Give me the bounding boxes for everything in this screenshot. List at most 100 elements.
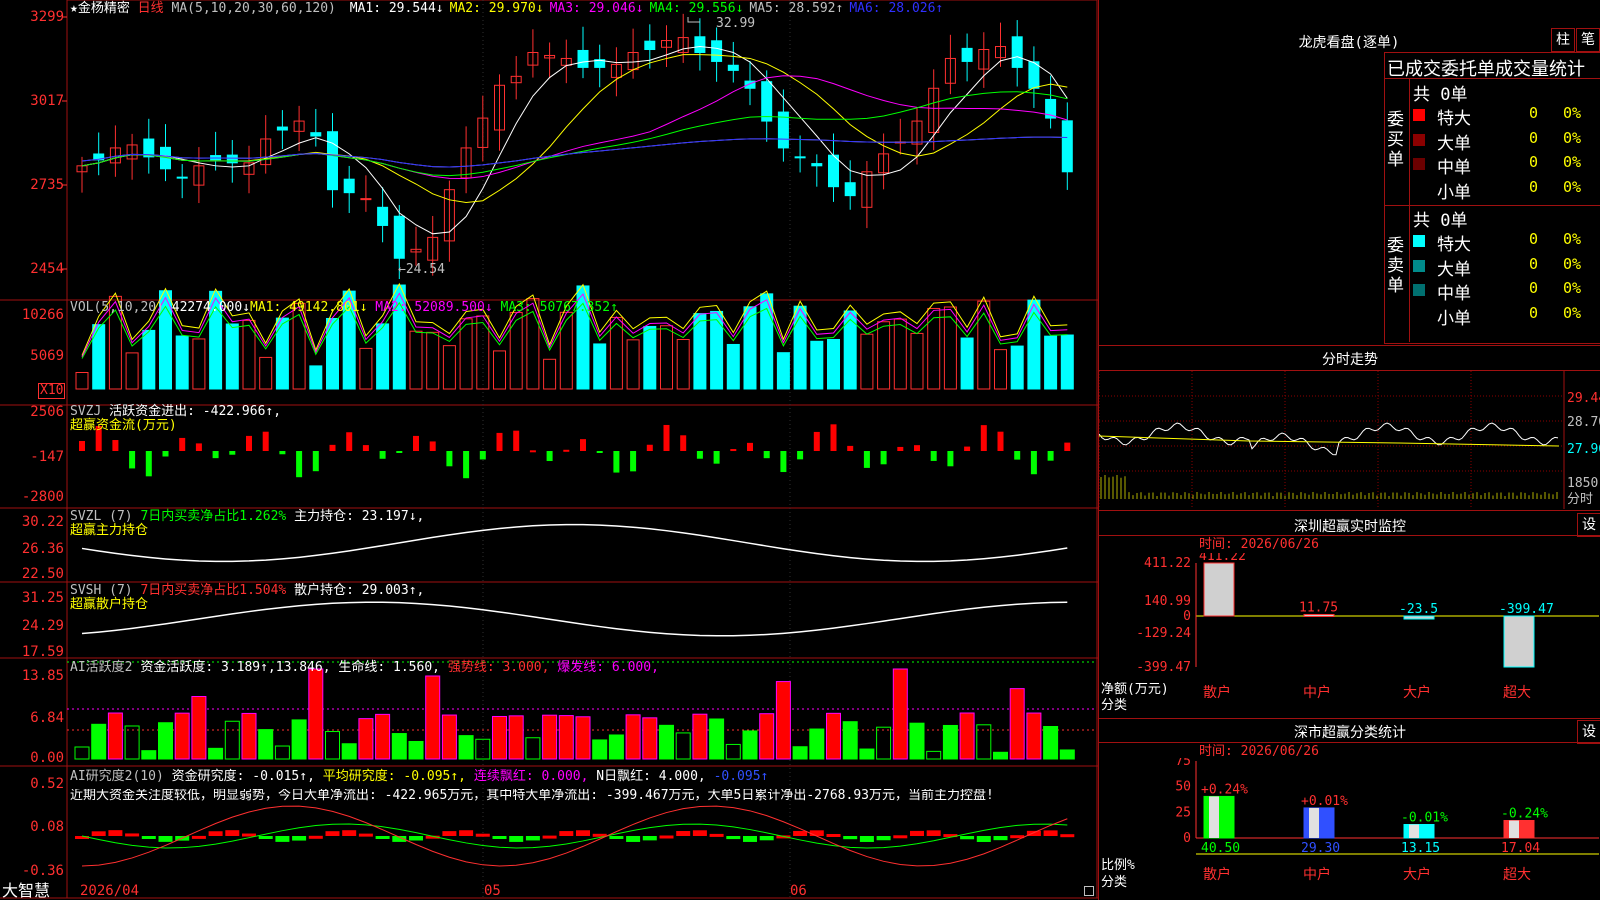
activity-bar [458,735,474,760]
monitor-axis-label: 0 [1183,609,1191,624]
vol-axis-label: 10266 [21,307,64,323]
flow-bar [529,450,536,453]
ai-research-axis-label: -0.36 [21,863,64,879]
legend-swatch [1413,109,1425,121]
flow-bar [296,451,303,478]
activity-bar [208,747,224,760]
activity-bar [942,724,958,760]
row-name: 大单 [1437,259,1471,280]
flow-bar [246,435,252,451]
chart-svg[interactable] [0,0,1098,900]
period-label[interactable]: 日线 [138,1,164,16]
row-value: 0 [1529,254,1539,273]
activity-bar [709,718,725,760]
activity-bar [625,714,641,760]
flow-bar [680,435,687,451]
activity-bar [391,733,407,760]
volume-bar [559,311,573,390]
flow-bar [780,451,787,473]
bar-mode-button[interactable]: 柱 [1551,28,1575,52]
sell-total: 共 0单 [1413,211,1468,231]
monitor-settings-button[interactable]: 设 [1577,513,1600,537]
ai-research-t2: 资金研究度: -0.015↑, [171,769,315,784]
tick-mode-button[interactable]: 笔 [1576,28,1600,52]
volume-bar [426,331,440,390]
flow-bar [446,451,453,467]
activity-bar [1009,688,1025,760]
ai-research-title: AI研究度2(10) [70,769,164,784]
volume-bar [142,329,156,390]
research-bar [1043,830,1058,836]
fenshi-axis-label: 28.70 [1567,415,1600,430]
research-bar [859,836,874,842]
svzj-title: SVZJ [70,404,102,419]
svsh-axis-label: 17.59 [21,644,64,660]
ma-value: MA4: 29.556↓ [649,1,744,16]
vol-val: 42274.000↓ [171,300,251,315]
research-bar [275,836,290,842]
row-name: 中单 [1437,284,1471,304]
lock-icon[interactable] [1084,886,1094,896]
candle-body [811,163,823,167]
sell-row: 特大 0 0% [1413,230,1599,255]
research-bar [793,830,808,836]
row-value: 0 [1529,230,1539,248]
row-name: 特大 [1437,109,1471,129]
flow-bar [930,451,937,461]
vol-header: VOL(5,10,20) 42274.000↓MA1: 49142.801↓ M… [70,301,618,315]
stats-bar-category: 散户 [1203,866,1231,883]
stats-title: 深市超赢分类统计 [1294,725,1406,741]
svzl-sub: 超赢主力持仓 [70,523,149,538]
volume-bar [359,347,373,390]
vol-unit[interactable]: X10 [38,383,66,399]
stats-bar-highlight [1409,824,1419,838]
activity-bar [575,716,591,760]
flow-bar [229,451,236,455]
row-pct: 0% [1563,153,1582,171]
candle-body [1028,61,1040,89]
research-bar [576,830,590,836]
fenshi-chart[interactable] [1099,371,1600,509]
candle-body [694,36,706,53]
flow-bar [162,451,169,457]
chart-area[interactable]: ★金杨精密 日线 MA(5,10,20,30,60,120) MA1: 29.5… [0,0,1098,900]
activity-bar [525,737,541,760]
research-bar [659,835,674,839]
activity-bar [1026,712,1042,760]
ai-research-t5: N日飘红: 4.000, [596,769,706,784]
date-label-1: 2026/04 [80,883,140,899]
volume-bar [593,343,607,390]
stats-settings-button[interactable]: 设 [1577,720,1600,744]
svsh-t3: 散户持仓: 29.003↑, [294,583,425,598]
row-name: 大单 [1437,133,1471,154]
activity-bar [826,712,841,760]
price-axis-label: 3299 [30,9,64,25]
stats-chart[interactable]: 75 50 25 0 +0.24% 40.50 散户 +0.01% 29.30 中户 -0.01% 1… [1099,758,1600,900]
monitor-chart[interactable]: 411.22 140.990 -129.24 -399.47 411.22 散户 11.75… [1099,553,1600,716]
vol-title: VOL(5,10,20) [70,300,164,315]
stats-bar-value: 13.15 [1401,841,1440,856]
flow-bar [212,451,219,459]
candle-body [961,47,973,62]
research-bar [158,836,173,842]
activity-bar [542,714,558,760]
volume-bar [1044,335,1058,390]
flow-bar [763,451,770,459]
sell-row: 小单 0 0% [1413,304,1599,329]
candle-body [343,178,355,194]
flow-bar [262,431,269,451]
flow-bar [479,451,486,460]
price-axis-label: 2454 [30,261,64,277]
flow-bar [897,446,904,451]
stats-bar-highlight [1209,796,1219,838]
flow-bar [596,451,603,453]
monitor-bar-value: -399.47 [1499,602,1554,617]
flow-bar [813,431,820,451]
monitor-xlabel: 分类 [1101,698,1128,713]
volume-bar [125,352,139,390]
activity-bar [759,713,775,760]
research-bar [876,836,891,841]
star-icon[interactable]: ★ [70,1,78,16]
volume-bar [726,343,740,390]
monitor-bar-value: 411.22 [1199,553,1246,564]
